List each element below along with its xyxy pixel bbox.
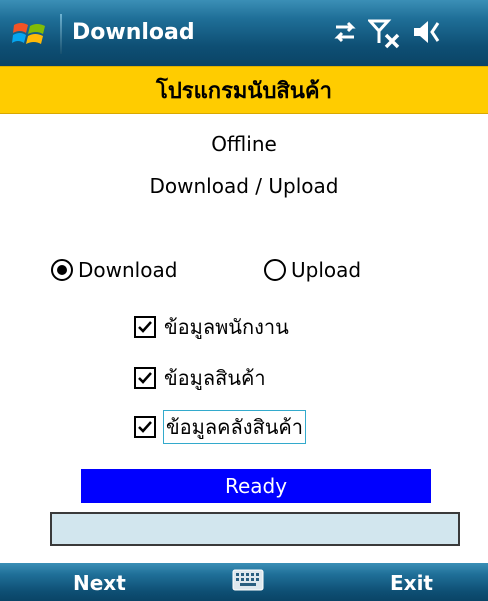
menu-bar: Next Exit	[0, 563, 488, 601]
app-banner: โปรแกรมนับสินค้า	[0, 66, 488, 114]
windows-start-icon[interactable]	[12, 19, 48, 49]
connectivity-icon[interactable]	[330, 17, 360, 47]
upload-radio-label: Upload	[291, 258, 362, 282]
checkbox-product-data[interactable]: ข้อมูลสินค้า	[134, 364, 266, 392]
message-field[interactable]	[50, 512, 460, 546]
checkbox-employee-data[interactable]: ข้อมูลพนักงาน	[134, 313, 289, 341]
radio-selected-indicator[interactable]	[51, 259, 73, 281]
checkbox-label: ข้อมูลคลังสินค้า	[162, 410, 307, 444]
volume-icon[interactable]	[410, 17, 442, 47]
keyboard-icon[interactable]	[232, 569, 264, 591]
radio-unselected-indicator[interactable]	[264, 259, 286, 281]
checkbox-warehouse-data[interactable]: ข้อมูลคลังสินค้า	[134, 410, 307, 444]
download-radio[interactable]: Download	[51, 256, 177, 284]
download-radio-label: Download	[78, 258, 178, 282]
no-signal-icon[interactable]	[368, 17, 402, 49]
checkbox-label: ข้อมูลสินค้า	[164, 366, 266, 390]
title-bar: Download	[0, 0, 488, 66]
exit-softkey[interactable]: Exit	[390, 571, 433, 595]
mode-status-label: Offline	[211, 132, 277, 156]
mode-direction-label: Download / Upload	[149, 174, 339, 198]
window-title: Download	[72, 20, 195, 45]
title-separator	[60, 14, 62, 54]
checkbox-label: ข้อมูลพนักงาน	[164, 315, 289, 339]
status-progress-bar: Ready	[81, 469, 431, 503]
upload-radio[interactable]: Upload	[264, 256, 361, 284]
checkbox-checked-icon[interactable]	[134, 367, 156, 389]
checkbox-checked-icon[interactable]	[134, 316, 156, 338]
checkbox-checked-icon[interactable]	[134, 416, 156, 438]
next-softkey[interactable]: Next	[73, 571, 126, 595]
